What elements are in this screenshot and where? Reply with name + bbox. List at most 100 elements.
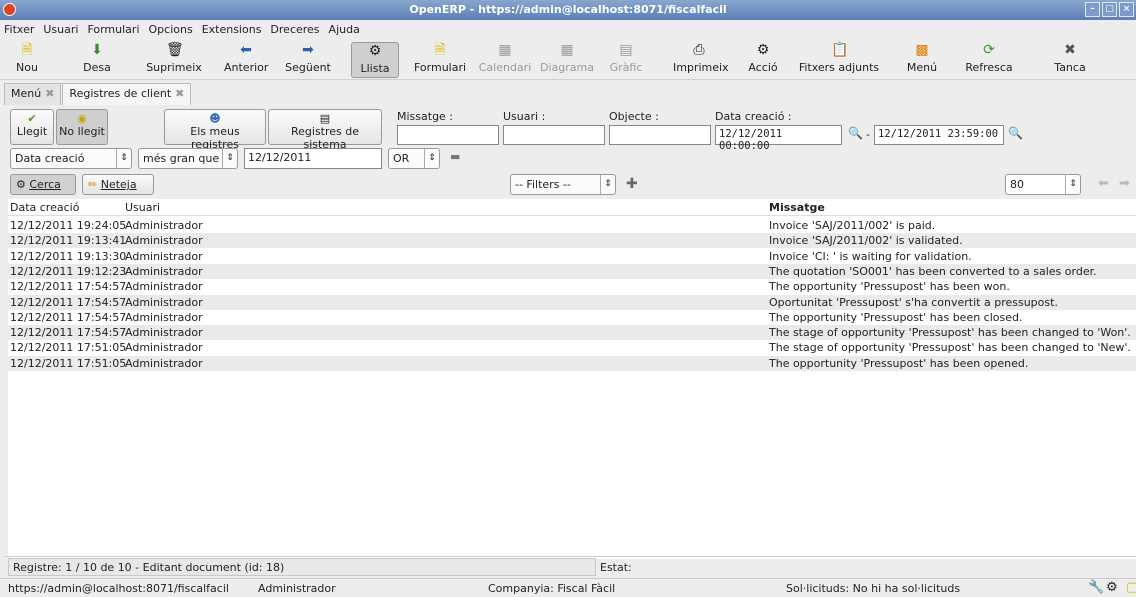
filter-value-input[interactable]: 12/12/2011 bbox=[244, 148, 382, 169]
message-input[interactable] bbox=[397, 125, 499, 145]
clear-button[interactable]: ✏ Neteja bbox=[82, 174, 154, 195]
menu-formulari[interactable]: Formulari bbox=[87, 23, 139, 36]
new-button[interactable]: 🗎 Nou bbox=[14, 42, 40, 78]
table-row[interactable]: 12/12/2011 17:51:05 Administrador The oppo… bbox=[8, 355, 1136, 371]
diagram-view-button[interactable]: ▦ Diagrama bbox=[540, 42, 594, 78]
cell-user: Administrador bbox=[125, 326, 203, 340]
users-icon: ☻ bbox=[209, 112, 221, 125]
attachments-button[interactable]: 📋 Fitxers adjunts bbox=[798, 42, 880, 78]
search-icon[interactable]: 🔍 bbox=[848, 126, 863, 140]
table-row[interactable]: 12/12/2011 17:51:05 Administrador The stag… bbox=[8, 340, 1136, 355]
column-header-message[interactable]: Missatge bbox=[769, 201, 825, 214]
menu-button[interactable]: ▩ Menú bbox=[905, 42, 939, 78]
save-button[interactable]: ⬇ Desa bbox=[80, 42, 114, 78]
add-filter-icon[interactable]: ✚ bbox=[626, 176, 638, 192]
menu-usuari[interactable]: Usuari bbox=[43, 23, 78, 36]
table-row[interactable]: 12/12/2011 19:13:41 Administrador Invoice … bbox=[8, 233, 1136, 249]
field-select[interactable]: Data creació ⇕ bbox=[10, 148, 132, 169]
menu-extensions[interactable]: Extensions bbox=[202, 23, 262, 36]
close-x-icon: ✖ bbox=[1064, 42, 1076, 58]
my-records-filter-button[interactable]: ☻ Els meus registres bbox=[164, 109, 266, 151]
cell-message: Invoice 'CI: ' is waiting for validation… bbox=[769, 249, 972, 263]
menu-dreceres[interactable]: Dreceres bbox=[270, 23, 319, 36]
previous-button[interactable]: ⬅ Anterior bbox=[224, 42, 268, 78]
column-header-user[interactable]: Usuari bbox=[125, 201, 160, 214]
arrow-left-icon[interactable]: ⬅ bbox=[1098, 176, 1109, 191]
system-records-filter-button[interactable]: ▤ Registres de sistema bbox=[268, 109, 382, 151]
logic-select[interactable]: OR ⇕ bbox=[388, 148, 440, 169]
table-row[interactable]: 12/12/2011 19:12:23 Administrador The quot… bbox=[8, 263, 1136, 279]
cell-message: The quotation 'SO001' has been converted… bbox=[769, 264, 1097, 278]
wrench-icon[interactable]: 🔧 bbox=[1088, 580, 1104, 595]
maximize-icon[interactable]: □ bbox=[1102, 2, 1117, 17]
table-row[interactable]: 12/12/2011 19:24:05 Administrador Invoice … bbox=[8, 218, 1136, 233]
arrow-right-icon[interactable]: ➡ bbox=[1119, 176, 1130, 191]
table-row[interactable]: 12/12/2011 17:54:57 Administrador The stag… bbox=[8, 325, 1136, 341]
cell-message: The stage of opportunity 'Pressupost' ha… bbox=[769, 341, 1131, 355]
table-row[interactable]: 12/12/2011 17:54:57 Administrador Oportuni… bbox=[8, 294, 1136, 310]
cell-user: Administrador bbox=[125, 295, 203, 309]
cell-message: The stage of opportunity 'Pressupost' ha… bbox=[769, 326, 1131, 340]
menu-ajuda[interactable]: Ajuda bbox=[329, 23, 360, 36]
column-header-date[interactable]: Data creació bbox=[10, 201, 79, 214]
operator-select[interactable]: més gran que ⇕ bbox=[138, 148, 238, 169]
limit-select[interactable]: 80 ⇕ bbox=[1005, 174, 1081, 195]
calendar-view-button[interactable]: ▦ Calendari bbox=[478, 42, 532, 78]
refresh-button[interactable]: ⟳ Refresca bbox=[964, 42, 1014, 78]
next-button[interactable]: ➡ Següent bbox=[284, 42, 332, 78]
window-title: OpenERP - https://admin@localhost:8071/f… bbox=[409, 3, 727, 16]
table-row[interactable]: 12/12/2011 17:54:57 Administrador The oppo… bbox=[8, 279, 1136, 294]
date-from-input[interactable]: 12/12/2011 00:00:00 bbox=[715, 125, 842, 152]
menu-opcions[interactable]: Opcions bbox=[149, 23, 193, 36]
binoculars-icon: ⚙ bbox=[368, 43, 382, 59]
cell-date: 12/12/2011 17:54:57 bbox=[10, 295, 127, 309]
chevron-updown-icon: ⇕ bbox=[424, 149, 439, 168]
cell-date: 12/12/2011 19:12:23 bbox=[10, 264, 127, 278]
cell-user: Administrador bbox=[125, 341, 203, 355]
menu-fitxer[interactable]: Fitxer bbox=[4, 23, 34, 36]
filters-select[interactable]: -- Filters -- ⇕ bbox=[510, 174, 616, 195]
remove-filter-icon[interactable]: ▬ bbox=[450, 150, 460, 163]
table-row[interactable]: 12/12/2011 17:54:57 Administrador The oppo… bbox=[8, 310, 1136, 325]
delete-button[interactable]: 🗑 Suprimeix bbox=[146, 42, 202, 78]
tab-registres-client[interactable]: Registres de client ✖ bbox=[62, 83, 192, 105]
current-user: Administrador bbox=[258, 582, 336, 595]
checkmark-icon: ✔ bbox=[27, 112, 37, 125]
table-row[interactable]: 12/12/2011 19:13:30 Administrador Invoice … bbox=[8, 249, 1136, 264]
cell-user: Administrador bbox=[125, 219, 203, 232]
cell-message: The opportunity 'Pressupost' has been wo… bbox=[769, 280, 1010, 294]
toolbar: 🗎 Nou ⬇ Desa 🗑 Suprimeix ⬅ Anterior ➡ Se… bbox=[0, 40, 1136, 80]
action-button[interactable]: ⚙ Acció bbox=[746, 42, 780, 78]
cell-date: 12/12/2011 17:51:05 bbox=[10, 356, 127, 370]
cell-user: Administrador bbox=[125, 234, 203, 248]
date-to-input[interactable]: 12/12/2011 23:59:00 bbox=[874, 125, 1004, 145]
close-tab-icon[interactable]: ✖ bbox=[45, 87, 54, 100]
user-input[interactable] bbox=[503, 125, 605, 145]
binoculars-icon[interactable]: ⚙ bbox=[1106, 580, 1118, 595]
window-titlebar: OpenERP - https://admin@localhost:8071/f… bbox=[0, 0, 1136, 20]
search-icon[interactable]: 🔍 bbox=[1008, 126, 1023, 140]
unread-filter-button[interactable]: ◉ No llegit bbox=[56, 109, 108, 145]
search-button[interactable]: ⚙ Cerca bbox=[10, 174, 76, 195]
chevron-updown-icon: ⇕ bbox=[222, 149, 237, 168]
printer-icon: ⎙ bbox=[693, 42, 705, 58]
list-view-button[interactable]: ⚙ Llista bbox=[351, 42, 399, 78]
form-icon: 🗎 bbox=[434, 42, 446, 58]
document-icon: ▤ bbox=[319, 112, 331, 125]
form-view-button[interactable]: 🗎 Formulari bbox=[414, 42, 466, 78]
close-button[interactable]: ✖ Tanca bbox=[1053, 42, 1087, 78]
cell-date: 12/12/2011 17:54:57 bbox=[10, 326, 127, 340]
close-tab-icon[interactable]: ✖ bbox=[175, 87, 184, 100]
cell-message: The opportunity 'Pressupost' has been op… bbox=[769, 356, 1029, 370]
graph-view-button[interactable]: ▤ Gràfic bbox=[608, 42, 644, 78]
tab-menu[interactable]: Menú ✖ bbox=[4, 83, 62, 105]
creation-date-label: Data creació : bbox=[715, 110, 792, 123]
minimize-icon[interactable]: – bbox=[1085, 2, 1100, 17]
note-icon[interactable]: ▢ bbox=[1126, 580, 1136, 595]
object-input[interactable] bbox=[609, 125, 711, 145]
menu-bar: Fitxer Usuari Formulari Opcions Extensio… bbox=[0, 20, 1136, 39]
chevron-updown-icon: ⇕ bbox=[116, 149, 131, 168]
print-button[interactable]: ⎙ Imprimeix bbox=[673, 42, 729, 78]
close-icon[interactable]: × bbox=[1119, 2, 1134, 17]
read-filter-button[interactable]: ✔ Llegit bbox=[10, 109, 54, 145]
